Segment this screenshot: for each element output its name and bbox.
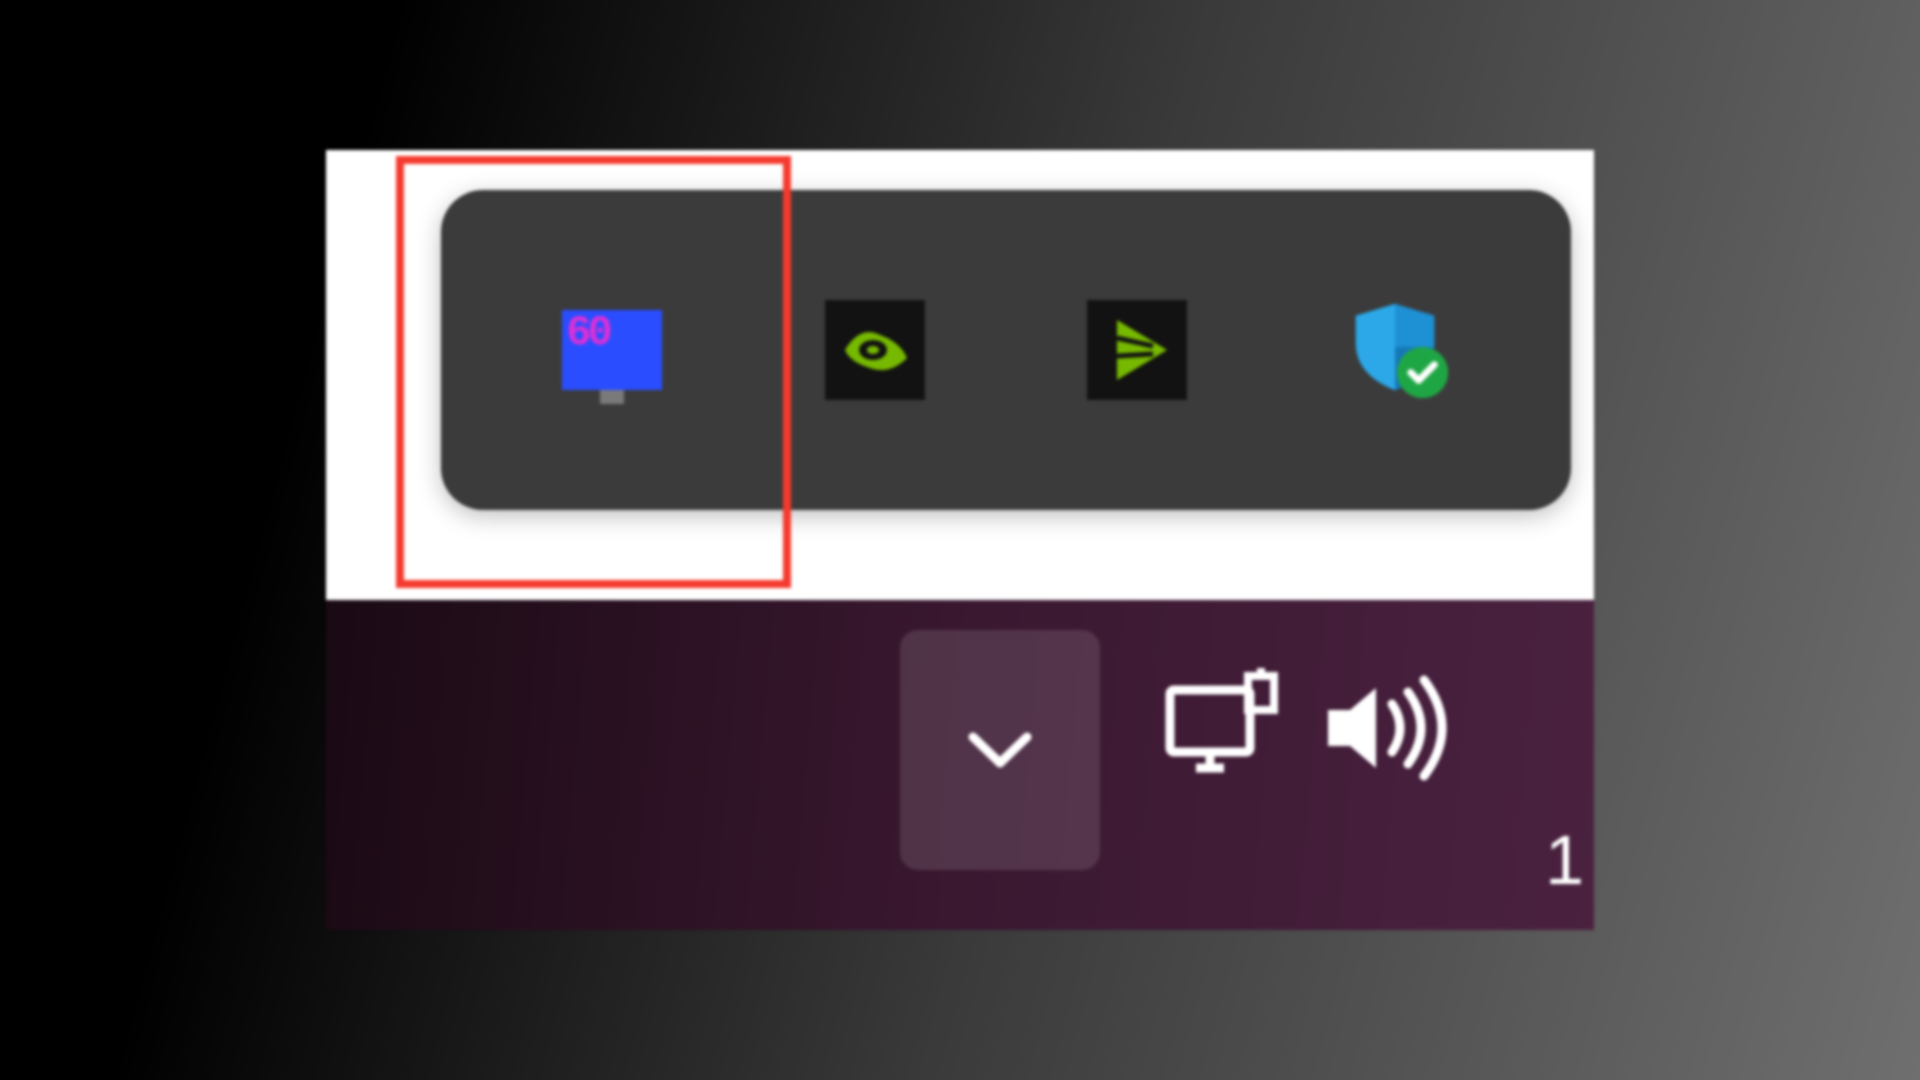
- monitor-glyph: 60: [562, 310, 662, 390]
- windows-security-icon[interactable]: [1346, 296, 1454, 404]
- volume-icon[interactable]: [1316, 668, 1456, 793]
- system-tray-overflow-panel: 60: [441, 190, 1571, 510]
- tray-overflow-button[interactable]: [900, 630, 1100, 870]
- clock-fragment[interactable]: 1: [1545, 820, 1584, 900]
- fps-monitor-icon[interactable]: 60: [558, 296, 666, 404]
- taskbar: 1: [326, 600, 1594, 930]
- ethernet-monitor-icon: [1156, 660, 1286, 790]
- play-glyph: [1087, 300, 1187, 400]
- nvidia-glyph: [825, 300, 925, 400]
- speaker-icon: [1316, 668, 1456, 788]
- play-media-icon[interactable]: [1083, 296, 1191, 404]
- screenshot-region: 60: [326, 150, 1594, 930]
- network-icon[interactable]: [1156, 660, 1286, 795]
- nvidia-icon[interactable]: [821, 296, 929, 404]
- chevron-down-icon: [955, 705, 1045, 795]
- shield-glyph: [1346, 295, 1454, 405]
- fps-value: 60: [562, 310, 612, 356]
